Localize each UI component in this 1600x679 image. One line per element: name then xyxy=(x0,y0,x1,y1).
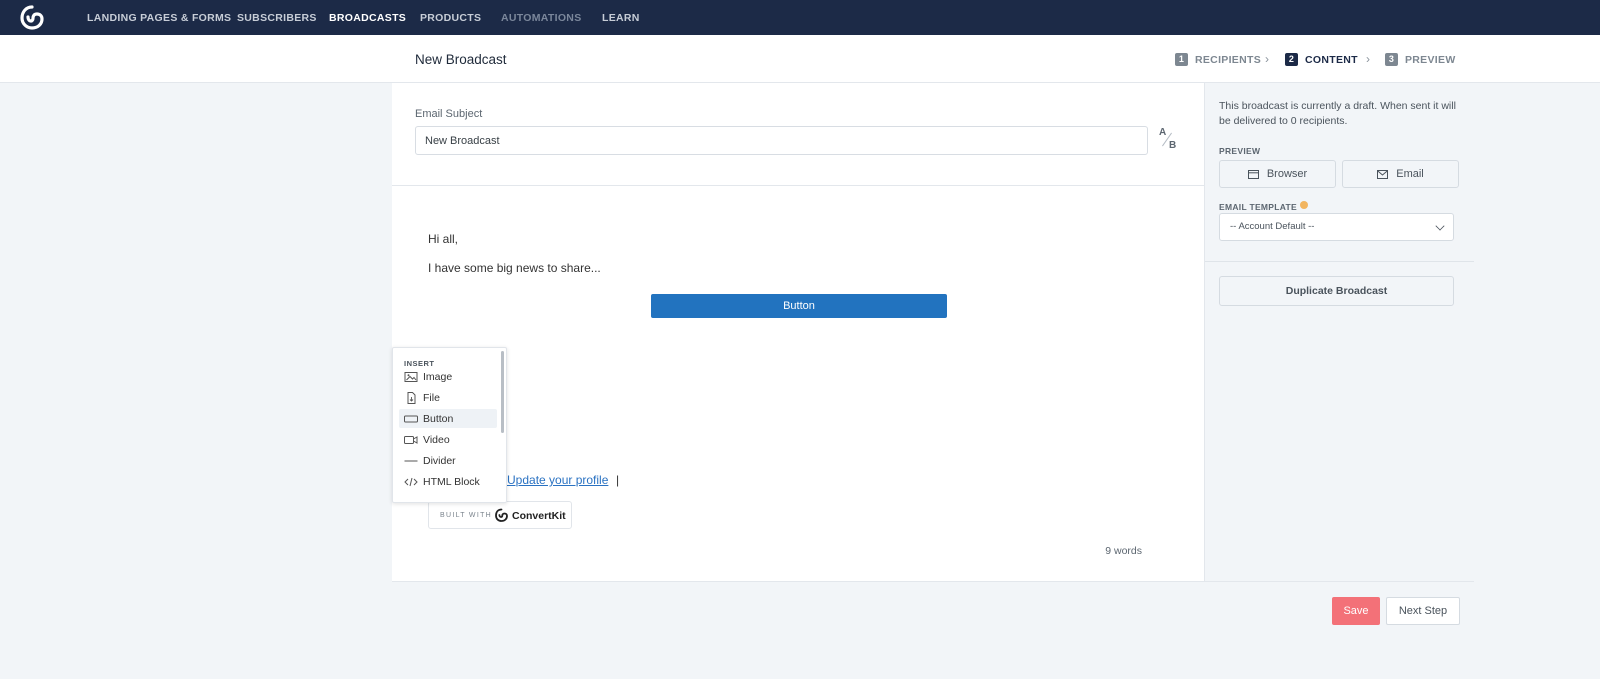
page-title: New Broadcast xyxy=(415,52,507,67)
step-label: PREVIEW xyxy=(1405,53,1456,66)
convertkit-logo-icon xyxy=(495,508,508,522)
template-status-dot xyxy=(1300,201,1308,209)
insert-video[interactable]: Video xyxy=(399,430,497,449)
email-button-block[interactable]: Button xyxy=(651,294,947,318)
step-number: 2 xyxy=(1285,53,1298,66)
body-line[interactable]: I have some big news to share... xyxy=(428,261,601,275)
insert-item-label: Divider xyxy=(423,454,456,467)
insert-item-label: HTML Block xyxy=(423,475,480,488)
button-icon xyxy=(404,415,418,422)
preview-browser-label: Browser xyxy=(1266,168,1308,180)
nav-products[interactable]: PRODUCTS xyxy=(420,12,481,24)
ab-a-label: A xyxy=(1159,127,1167,138)
save-button[interactable]: Save xyxy=(1332,597,1380,625)
insert-item-label: File xyxy=(423,391,440,404)
insert-button[interactable]: Button xyxy=(399,409,497,428)
convertkit-logo-icon[interactable] xyxy=(18,4,46,32)
divider xyxy=(392,581,1474,582)
convertkit-brand-label: ConvertKit xyxy=(512,510,566,522)
next-step-button[interactable]: Next Step xyxy=(1386,597,1460,625)
body-greeting[interactable]: Hi all, xyxy=(428,232,458,246)
video-icon xyxy=(404,435,418,444)
email-template-select[interactable]: -- Account Default -- xyxy=(1219,213,1454,241)
divider xyxy=(1205,261,1474,262)
email-template-label: EMAIL TEMPLATE xyxy=(1219,202,1298,212)
subject-input[interactable] xyxy=(415,126,1148,155)
preview-email-label: Email xyxy=(1396,168,1424,180)
insert-menu: INSERT Image File Button Video Divider H… xyxy=(392,347,507,503)
word-count: 9 words xyxy=(1105,545,1142,557)
step-number: 3 xyxy=(1385,53,1398,66)
nav-learn[interactable]: LEARN xyxy=(602,12,640,24)
duplicate-broadcast-button[interactable]: Duplicate Broadcast xyxy=(1219,276,1454,306)
nav-automations[interactable]: AUTOMATIONS xyxy=(501,12,582,24)
settings-sidebar: This broadcast is currently a draft. Whe… xyxy=(1205,83,1474,581)
preview-browser-button[interactable]: Browser xyxy=(1219,160,1336,188)
text-cursor: | xyxy=(616,473,620,487)
chevron-right-icon: › xyxy=(1265,52,1269,66)
ab-b-label: B xyxy=(1169,140,1177,151)
title-bar: New Broadcast 1 RECIPIENTS › 2 CONTENT ›… xyxy=(0,35,1600,83)
insert-image[interactable]: Image xyxy=(399,367,497,386)
step-label: RECIPIENTS xyxy=(1195,53,1262,66)
step-content[interactable]: 2 CONTENT xyxy=(1285,53,1358,66)
built-with-label: BUILT WITH xyxy=(440,512,493,519)
subject-label: Email Subject xyxy=(415,108,483,120)
image-icon xyxy=(404,371,418,382)
nav-landing-pages-forms[interactable]: LANDING PAGES & FORMS xyxy=(87,12,231,24)
nav-broadcasts[interactable]: BROADCASTS xyxy=(329,12,406,24)
email-editor: Email Subject A B Hi all, I have some bi… xyxy=(392,83,1205,581)
insert-divider[interactable]: Divider xyxy=(399,451,497,470)
envelope-icon xyxy=(1377,169,1389,179)
divider xyxy=(392,185,1205,186)
ab-test-toggle[interactable]: A B xyxy=(1155,126,1181,154)
chevron-right-icon: › xyxy=(1366,52,1370,66)
insert-html-block[interactable]: HTML Block xyxy=(399,472,497,491)
code-icon xyxy=(404,477,418,486)
top-nav: LANDING PAGES & FORMS SUBSCRIBERS BROADC… xyxy=(0,0,1600,35)
step-label: CONTENT xyxy=(1305,53,1358,66)
nav-subscribers[interactable]: SUBSCRIBERS xyxy=(237,12,317,24)
browser-icon xyxy=(1247,169,1259,179)
step-recipients[interactable]: 1 RECIPIENTS xyxy=(1175,53,1261,66)
file-icon xyxy=(407,391,416,404)
divider-icon xyxy=(404,460,418,461)
built-with-badge[interactable]: BUILT WITH ConvertKit xyxy=(428,501,572,529)
step-number: 1 xyxy=(1175,53,1188,66)
step-preview[interactable]: 3 PREVIEW xyxy=(1385,53,1456,66)
chevron-down-icon xyxy=(1435,221,1445,231)
insert-item-label: Image xyxy=(423,370,453,383)
preview-label: PREVIEW xyxy=(1219,146,1261,156)
insert-item-label: Button xyxy=(423,412,454,425)
insert-file[interactable]: File xyxy=(399,388,497,407)
insert-menu-scrollbar[interactable] xyxy=(501,351,504,433)
draft-status-note: This broadcast is currently a draft. Whe… xyxy=(1219,100,1456,127)
email-template-value: -- Account Default -- xyxy=(1230,221,1315,232)
update-profile-link[interactable]: Update your profile xyxy=(507,473,608,487)
preview-email-button[interactable]: Email xyxy=(1342,160,1459,188)
insert-item-label: Video xyxy=(423,433,450,446)
